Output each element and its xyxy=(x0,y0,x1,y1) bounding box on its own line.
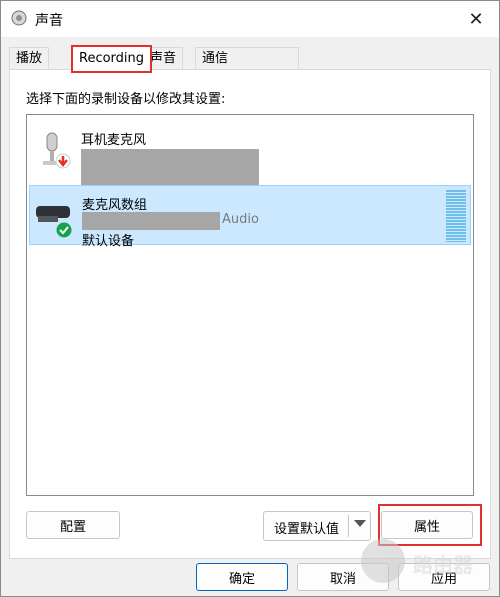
watermark: 路由器 xyxy=(361,531,491,591)
device-name: 麦克风数组 xyxy=(82,198,148,213)
redacted-device-info xyxy=(82,212,220,230)
tab-playback[interactable]: 播放 xyxy=(9,47,50,70)
device-subtitle: Audio xyxy=(222,212,259,227)
set-default-label: 设置默认值 xyxy=(274,522,340,537)
device-status: 默认设备 xyxy=(82,234,135,249)
instruction-text: 选择下面的录制设备以修改其设置: xyxy=(26,92,226,107)
close-button[interactable]: ✕ xyxy=(453,1,499,37)
dropdown-arrow-icon[interactable] xyxy=(354,520,366,527)
sound-dialog: 声音 ✕ 播放 Recording 声音 通信 选择下面的录制设备以修改其设置: xyxy=(0,0,500,597)
device-list[interactable]: 耳机麦克风 麦克风数组 Audio 默认设备 xyxy=(26,114,474,496)
tab-recording[interactable]: Recording xyxy=(71,45,153,73)
device-item-headset-mic[interactable]: 耳机麦克风 xyxy=(29,121,469,185)
ok-button[interactable]: 确定 xyxy=(196,563,288,591)
window-title: 声音 xyxy=(35,13,63,29)
recording-panel: 选择下面的录制设备以修改其设置: 耳机麦克风 麦克风数组 Audio 默认设备 … xyxy=(9,69,491,559)
watermark-logo-icon xyxy=(361,539,405,583)
redacted-device-info xyxy=(81,149,259,185)
watermark-text: 路由器 xyxy=(413,553,473,577)
tab-strip: 播放 Recording 声音 通信 xyxy=(9,45,309,73)
split-divider xyxy=(348,515,349,537)
set-default-button[interactable]: 设置默认值 xyxy=(263,511,371,541)
level-meter xyxy=(446,190,466,242)
default-check-icon xyxy=(56,222,72,238)
device-name: 耳机麦克风 xyxy=(81,133,147,148)
close-icon: ✕ xyxy=(468,8,484,30)
tab-communications[interactable]: 通信 xyxy=(195,47,299,70)
configure-button[interactable]: 配置 xyxy=(26,511,120,539)
speaker-icon xyxy=(11,10,27,26)
device-item-mic-array[interactable]: 麦克风数组 Audio 默认设备 xyxy=(29,185,471,249)
disconnected-arrow-icon xyxy=(55,153,71,169)
title-bar: 声音 ✕ xyxy=(1,1,499,37)
